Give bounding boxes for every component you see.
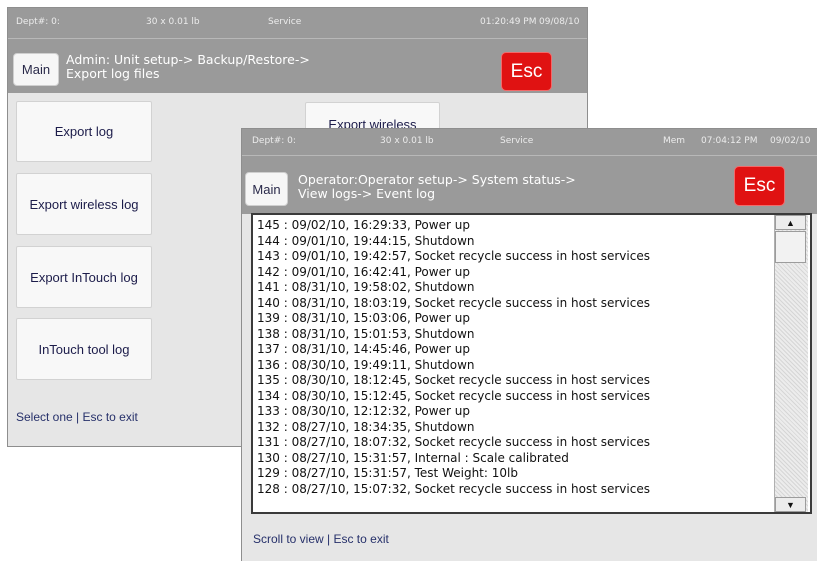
event-log-window: Dept#: 0: 30 x 0.01 lb Service Mem 07:04… <box>241 128 817 561</box>
mode-readout: Service <box>500 136 534 146</box>
title-header: Main Admin: Unit setup-> Backup/Restore-… <box>8 38 587 93</box>
breadcrumb-line-2: View logs-> Event log <box>298 186 435 201</box>
log-entry[interactable]: 144 : 09/01/10, 19:44:15, Shutdown <box>257 234 784 250</box>
scroll-up-icon[interactable]: ▲ <box>775 215 806 230</box>
log-entry[interactable]: 142 : 09/01/10, 16:42:41, Power up <box>257 265 784 281</box>
scroll-thumb[interactable] <box>775 231 806 263</box>
dept-readout: Dept#: 0: <box>16 17 60 27</box>
log-entry[interactable]: 135 : 08/30/10, 18:12:45, Socket recycle… <box>257 373 784 389</box>
instruction-text: Select one | Esc to exit <box>16 410 138 424</box>
date-readout: 09/08/10 <box>539 17 580 27</box>
export-wireless-log-button[interactable]: Export wireless log <box>16 173 152 235</box>
breadcrumb-line-2: Export log files <box>66 66 160 81</box>
event-log-list[interactable]: 145 : 09/02/10, 16:29:33, Power up 144 : … <box>251 213 812 514</box>
mode-readout: Service <box>268 17 302 27</box>
capacity-readout: 30 x 0.01 lb <box>146 17 200 27</box>
main-button[interactable]: Main <box>245 172 288 206</box>
log-entry[interactable]: 128 : 08/27/10, 15:07:32, Socket recycle… <box>257 482 784 498</box>
log-entry[interactable]: 131 : 08/27/10, 18:07:32, Socket recycle… <box>257 435 784 451</box>
breadcrumb: Admin: Unit setup-> Backup/Restore-> Exp… <box>66 53 310 81</box>
log-entry[interactable]: 139 : 08/31/10, 15:03:06, Power up <box>257 311 784 327</box>
log-entry[interactable]: 134 : 08/30/10, 15:12:45, Socket recycle… <box>257 389 784 405</box>
main-button[interactable]: Main <box>13 53 59 86</box>
time-readout: 07:04:12 PM <box>701 136 758 146</box>
breadcrumb: Operator:Operator setup-> System status-… <box>298 173 576 201</box>
vertical-scrollbar[interactable]: ▲ ▼ <box>774 215 808 512</box>
capacity-readout: 30 x 0.01 lb <box>380 136 434 146</box>
log-entry[interactable]: 141 : 08/31/10, 19:58:02, Shutdown <box>257 280 784 296</box>
log-entry[interactable]: 137 : 08/31/10, 14:45:46, Power up <box>257 342 784 358</box>
esc-button[interactable]: Esc <box>501 52 552 91</box>
status-bar: Dept#: 0: 30 x 0.01 lb Service 01:20:49 … <box>8 8 587 38</box>
log-entries: 145 : 09/02/10, 16:29:33, Power up 144 : … <box>253 215 784 512</box>
log-entry[interactable]: 138 : 08/31/10, 15:01:53, Shutdown <box>257 327 784 343</box>
title-header: Main Operator:Operator setup-> System st… <box>242 155 817 214</box>
status-bar: Dept#: 0: 30 x 0.01 lb Service Mem 07:04… <box>242 129 817 155</box>
time-readout: 01:20:49 PM <box>480 17 537 27</box>
dept-readout: Dept#: 0: <box>252 136 296 146</box>
intouch-tool-log-button[interactable]: InTouch tool log <box>16 318 152 380</box>
log-entry[interactable]: 133 : 08/30/10, 12:12:32, Power up <box>257 404 784 420</box>
log-entry[interactable]: 140 : 08/31/10, 18:03:19, Socket recycle… <box>257 296 784 312</box>
log-entry[interactable]: 129 : 08/27/10, 15:31:57, Test Weight: 1… <box>257 466 784 482</box>
log-entry[interactable]: 132 : 08/27/10, 18:34:35, Shutdown <box>257 420 784 436</box>
log-entry[interactable]: 145 : 09/02/10, 16:29:33, Power up <box>257 218 784 234</box>
esc-button[interactable]: Esc <box>734 166 785 206</box>
scroll-down-icon[interactable]: ▼ <box>775 497 806 512</box>
instruction-text: Scroll to view | Esc to exit <box>253 532 389 546</box>
breadcrumb-line-1: Admin: Unit setup-> Backup/Restore-> <box>66 52 310 67</box>
export-intouch-log-button[interactable]: Export InTouch log <box>16 246 152 308</box>
log-entry[interactable]: 143 : 09/01/10, 19:42:57, Socket recycle… <box>257 249 784 265</box>
log-entry[interactable]: 130 : 08/27/10, 15:31:57, Internal : Sca… <box>257 451 784 467</box>
export-log-button[interactable]: Export log <box>16 101 152 162</box>
breadcrumb-line-1: Operator:Operator setup-> System status-… <box>298 172 576 187</box>
date-readout: 09/02/10 <box>770 136 811 146</box>
log-entry[interactable]: 136 : 08/30/10, 19:49:11, Shutdown <box>257 358 784 374</box>
memory-indicator: Mem <box>663 136 686 146</box>
